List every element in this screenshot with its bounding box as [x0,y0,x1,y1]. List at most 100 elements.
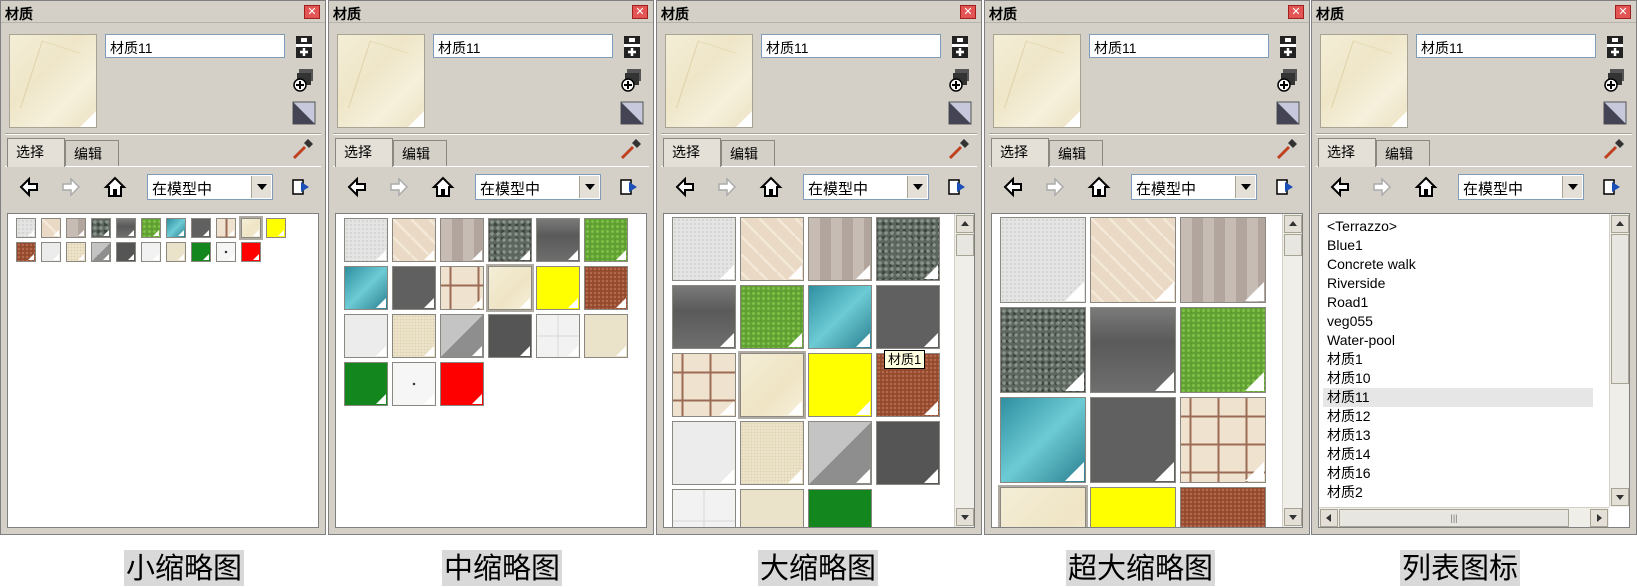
default-material-icon[interactable] [1602,100,1628,126]
scroll-thumb[interactable] [956,234,974,256]
home-icon[interactable] [1414,175,1438,199]
material-swatch[interactable] [191,242,211,262]
chevron-down-icon[interactable] [1562,176,1582,198]
material-swatch[interactable] [116,242,136,262]
list-item[interactable]: 材质11 [1323,388,1593,407]
material-swatch[interactable] [1000,217,1086,303]
material-swatch[interactable] [738,351,806,419]
home-icon[interactable] [1087,175,1111,199]
scroll-right-icon[interactable] [1590,509,1608,527]
tab-select[interactable]: 选择 [991,138,1049,167]
material-swatch[interactable] [141,218,161,238]
list-item[interactable]: 材质2 [1323,483,1593,502]
chevron-down-icon[interactable] [1235,176,1255,198]
scroll-down-icon[interactable] [1284,508,1302,526]
list-item[interactable]: Water-pool [1323,331,1593,350]
eyedropper-icon[interactable] [291,137,315,161]
scroll-thumb[interactable]: ||| [1339,509,1569,527]
material-swatch[interactable] [440,266,484,310]
material-swatch[interactable] [876,285,940,349]
material-swatch[interactable] [584,266,628,310]
tab-select[interactable]: 选择 [335,138,393,167]
material-swatch[interactable] [440,218,484,262]
material-swatch[interactable] [1180,397,1266,483]
home-icon[interactable] [431,175,455,199]
scroll-thumb[interactable] [1611,234,1629,384]
close-icon[interactable]: ✕ [1615,5,1631,19]
list-item[interactable]: 材质13 [1323,426,1593,445]
material-swatch[interactable] [488,218,532,262]
forward-arrow-icon[interactable] [715,175,739,199]
scroll-up-icon[interactable] [1284,215,1302,233]
material-swatch[interactable] [392,314,436,358]
material-swatch[interactable] [66,242,86,262]
material-swatch[interactable] [1180,217,1266,303]
material-swatch[interactable] [266,218,286,238]
material-swatch[interactable] [672,421,736,485]
material-swatch[interactable] [16,242,36,262]
material-swatch[interactable] [392,218,436,262]
tab-edit[interactable]: 编辑 [393,140,447,166]
list-item[interactable]: 材质10 [1323,369,1593,388]
material-name-field[interactable]: 材质11 [761,34,941,58]
material-swatch[interactable] [536,314,580,358]
material-swatch[interactable] [488,314,532,358]
details-arrow-icon[interactable] [291,67,317,93]
collection-select[interactable]: 在模型中 [1458,174,1584,200]
material-swatch[interactable] [808,353,872,417]
scroll-down-icon[interactable] [956,508,974,526]
material-swatch[interactable] [1090,487,1176,527]
material-swatch[interactable] [1090,307,1176,393]
scroll-up-icon[interactable] [956,215,974,233]
material-swatch[interactable] [239,216,263,240]
back-arrow-icon[interactable] [345,175,369,199]
material-swatch[interactable] [66,218,86,238]
create-material-icon[interactable] [1602,34,1628,60]
forward-arrow-icon[interactable] [59,175,83,199]
material-swatch[interactable] [216,218,236,238]
material-swatch[interactable] [41,218,61,238]
collection-select[interactable]: 在模型中 [1131,174,1257,200]
material-swatch[interactable] [672,285,736,349]
material-swatch[interactable] [392,362,436,406]
list-item[interactable]: veg055 [1323,312,1593,331]
scroll-up-icon[interactable] [1611,215,1629,233]
list-item[interactable]: 材质14 [1323,445,1593,464]
chevron-down-icon[interactable] [907,176,927,198]
forward-arrow-icon[interactable] [1370,175,1394,199]
material-swatch[interactable] [344,314,388,358]
material-swatch[interactable] [1090,397,1176,483]
scroll-thumb[interactable] [1284,234,1302,256]
material-swatch[interactable] [876,217,940,281]
tab-edit[interactable]: 编辑 [65,140,119,166]
details-arrow-icon[interactable] [1602,67,1628,93]
tab-select[interactable]: 选择 [1318,138,1376,167]
material-swatch[interactable] [91,242,111,262]
close-icon[interactable]: ✕ [632,5,648,19]
material-swatch[interactable] [876,421,940,485]
tab-select[interactable]: 选择 [663,138,721,167]
create-material-icon[interactable] [947,34,973,60]
material-swatch[interactable] [91,218,111,238]
back-arrow-icon[interactable] [1328,175,1352,199]
tab-edit[interactable]: 编辑 [721,140,775,166]
material-swatch[interactable] [672,217,736,281]
vertical-scrollbar[interactable] [954,214,974,527]
list-item[interactable]: Concrete walk [1323,255,1593,274]
material-swatch[interactable] [41,242,61,262]
material-swatch[interactable] [672,353,736,417]
material-swatch[interactable] [344,362,388,406]
material-swatch[interactable] [740,217,804,281]
collection-select[interactable]: 在模型中 [475,174,601,200]
material-swatch[interactable] [166,242,186,262]
material-swatch[interactable] [1090,217,1176,303]
details-icon[interactable] [1600,175,1624,199]
tab-select[interactable]: 选择 [7,138,65,167]
details-arrow-icon[interactable] [619,67,645,93]
eyedropper-icon[interactable] [1602,137,1626,161]
collection-select[interactable]: 在模型中 [147,174,273,200]
chevron-down-icon[interactable] [251,176,271,198]
material-swatch[interactable] [486,264,534,312]
create-material-icon[interactable] [291,34,317,60]
home-icon[interactable] [759,175,783,199]
